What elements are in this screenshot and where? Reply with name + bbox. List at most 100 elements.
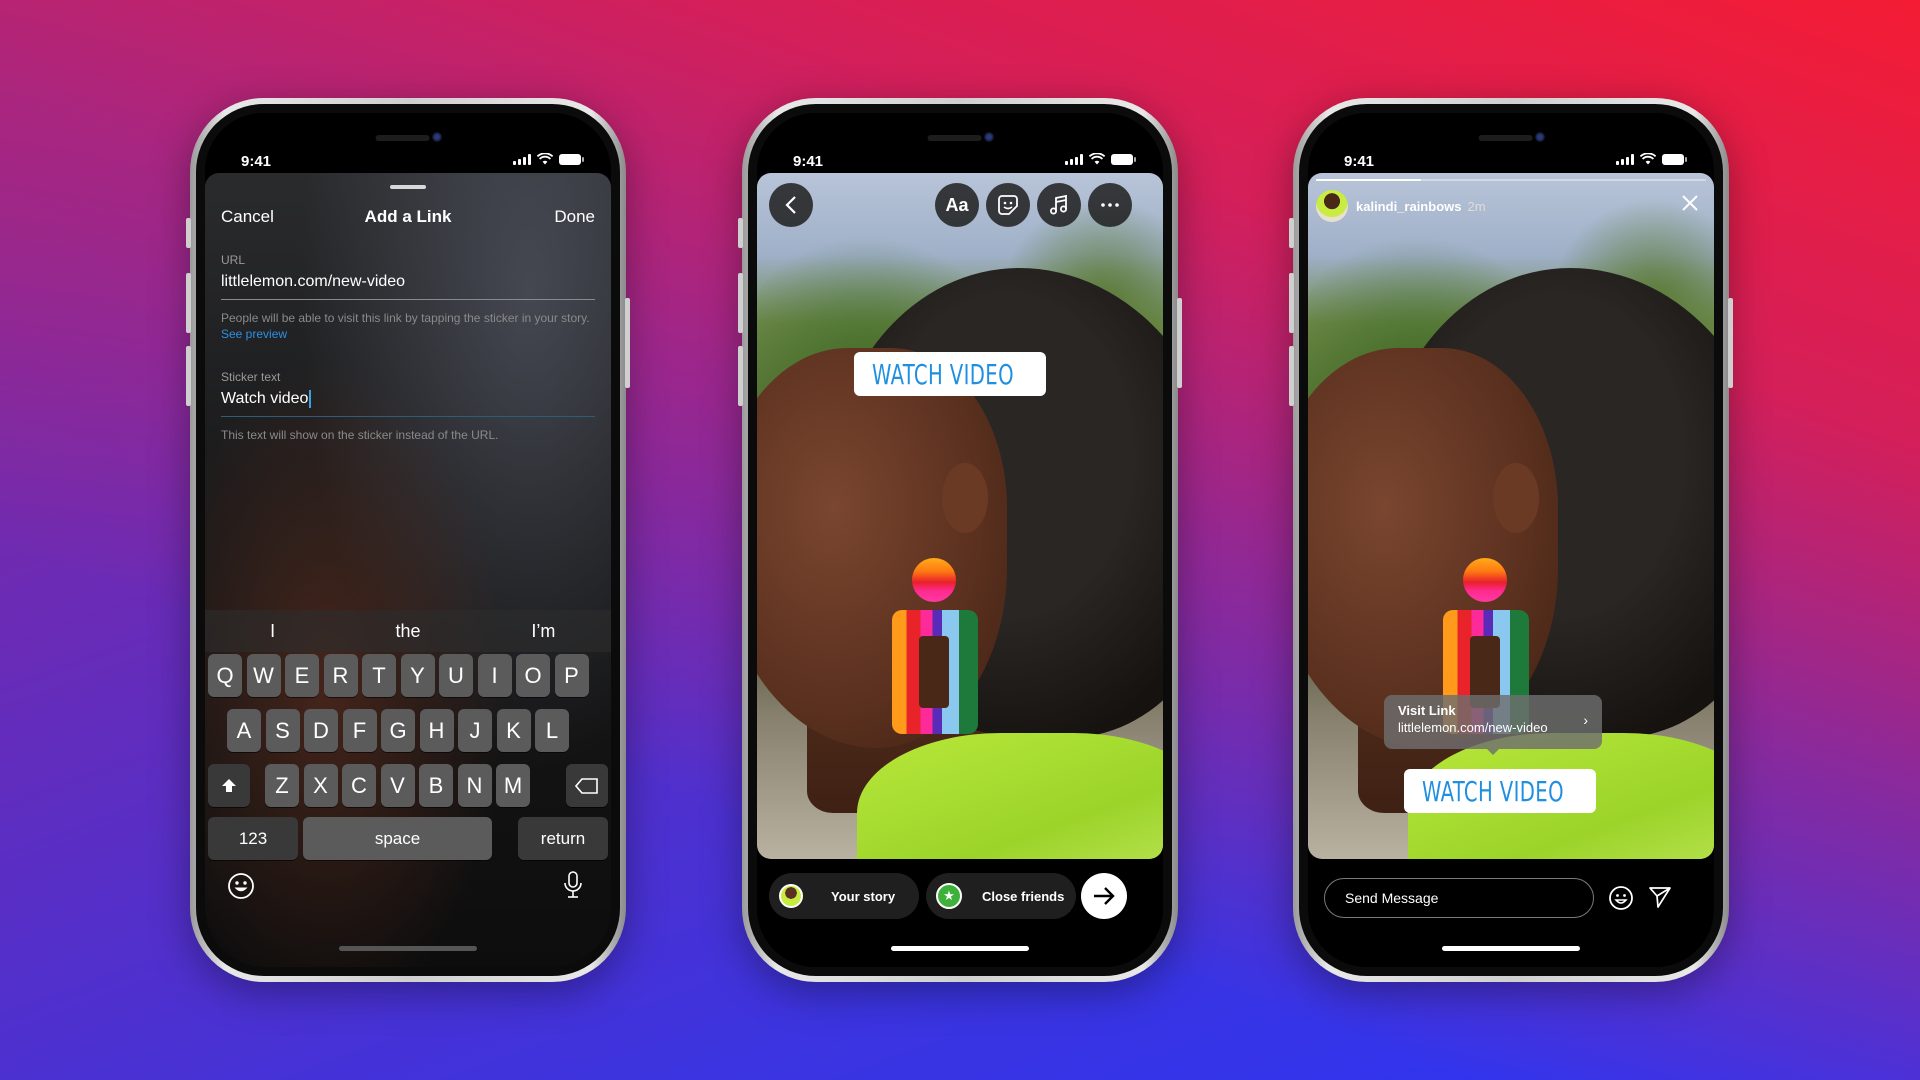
mute-switch [1289, 218, 1294, 248]
done-button[interactable]: Done [554, 207, 595, 227]
key-i[interactable]: I [477, 654, 512, 697]
story-username[interactable]: kalindi_rainbows [1356, 199, 1461, 214]
text-tool-button[interactable]: Aa [935, 183, 979, 227]
key-k[interactable]: K [496, 709, 531, 752]
suggestion-3[interactable]: I’m [476, 610, 611, 652]
see-preview-link[interactable]: See preview [221, 327, 287, 341]
close-story-button[interactable] [1680, 193, 1700, 218]
return-key[interactable]: return [518, 817, 608, 860]
key-u[interactable]: U [439, 654, 473, 697]
emoji-keyboard-button[interactable] [227, 872, 255, 905]
home-indicator[interactable] [1442, 946, 1580, 951]
music-tool-button[interactable] [1037, 183, 1081, 227]
close-friends-button[interactable]: ★ Close friends [926, 873, 1076, 919]
home-indicator[interactable] [339, 946, 477, 951]
suggestion-2[interactable]: the [340, 610, 475, 652]
story-progress-fill [1316, 179, 1422, 181]
url-input[interactable]: littlelemon.com/new-video [221, 273, 595, 300]
key-d[interactable]: D [304, 709, 338, 752]
key-e[interactable]: E [285, 654, 319, 697]
key-j[interactable]: J [458, 709, 492, 752]
sheet-header: Cancel Add a Link Done [221, 207, 595, 231]
visit-link-tooltip[interactable]: Visit Link littlelemon.com/new-video › [1384, 695, 1602, 749]
key-z[interactable]: Z [265, 764, 299, 807]
send-direct-button[interactable] [1648, 885, 1672, 914]
key-n[interactable]: N [457, 764, 492, 807]
share-next-button[interactable] [1081, 873, 1127, 919]
volume-down-button [738, 346, 743, 406]
send-message-placeholder: Send Message [1345, 890, 1439, 906]
key-a[interactable]: A [227, 709, 261, 752]
microphone-icon [564, 871, 582, 898]
key-l[interactable]: L [535, 709, 569, 752]
key-q[interactable]: Q [208, 654, 242, 697]
story-progress-bar [1316, 179, 1706, 181]
url-help-text: People will be able to visit this link b… [221, 310, 595, 342]
story-photo[interactable]: Aa WATCH VIDEO [757, 173, 1163, 859]
link-sticker-label: WATCH VIDEO [1422, 774, 1564, 808]
link-sticker[interactable]: WATCH VIDEO [1404, 769, 1596, 813]
front-camera [432, 132, 443, 142]
your-story-label: Your story [831, 888, 896, 904]
key-h[interactable]: H [419, 709, 454, 752]
link-sticker[interactable]: WATCH VIDEO [854, 352, 1046, 396]
key-x[interactable]: X [303, 764, 338, 807]
cancel-button[interactable]: Cancel [221, 207, 274, 227]
home-indicator[interactable] [891, 946, 1029, 951]
wifi-icon [537, 153, 553, 165]
key-f[interactable]: F [342, 709, 377, 752]
volume-up-button [186, 273, 191, 333]
backspace-icon [575, 777, 598, 794]
sticker-text-field-group: Sticker text Watch video This text will … [221, 370, 595, 443]
story-photo[interactable]: Visit Link littlelemon.com/new-video › W… [1308, 173, 1714, 859]
key-t[interactable]: T [362, 654, 396, 697]
key-r[interactable]: R [323, 654, 358, 697]
predictive-text-bar: I the I’m [205, 610, 611, 652]
key-w[interactable]: W [246, 654, 281, 697]
volume-down-button [186, 346, 191, 406]
dictation-button[interactable] [563, 870, 583, 905]
sticker-text-input[interactable]: Watch video [221, 390, 595, 417]
key-c[interactable]: C [342, 764, 376, 807]
key-o[interactable]: O [516, 654, 550, 697]
story-user-avatar[interactable] [1316, 190, 1348, 222]
front-camera [984, 132, 995, 142]
suggestion-1[interactable]: I [205, 610, 340, 652]
sheet-grabber[interactable] [390, 185, 426, 189]
space-key[interactable]: space [303, 817, 492, 860]
link-sticker-label: WATCH VIDEO [872, 357, 1014, 391]
sheet-title: Add a Link [364, 207, 452, 226]
status-bar: 9:41 [757, 113, 1163, 173]
key-v[interactable]: V [380, 764, 415, 807]
key-s[interactable]: S [265, 709, 300, 752]
story-timestamp: 2m [1467, 198, 1486, 214]
volume-up-button [738, 273, 743, 333]
delete-key[interactable] [566, 764, 608, 807]
keyboard-row-3: ZXCVBNM [205, 764, 611, 807]
sticker-icon [998, 195, 1018, 215]
send-message-input[interactable]: Send Message [1324, 878, 1594, 918]
back-button[interactable] [769, 183, 813, 227]
more-options-button[interactable] [1088, 183, 1132, 227]
reply-emoji-button[interactable] [1608, 885, 1634, 916]
key-b[interactable]: B [419, 764, 453, 807]
key-m[interactable]: M [496, 764, 530, 807]
earring-top [912, 558, 956, 602]
key-g[interactable]: G [381, 709, 415, 752]
keyboard: QWERTYUIOP ASDFGHJKL ZXCVBNM 123 space r [205, 654, 611, 967]
keyboard-row-4: 123 space return [205, 817, 611, 860]
earring-bottom [892, 610, 978, 734]
battery-icon [1111, 153, 1136, 165]
sticker-tool-button[interactable] [986, 183, 1030, 227]
numbers-key[interactable]: 123 [208, 817, 298, 860]
status-bar: 9:41 [1308, 113, 1714, 173]
music-note-icon [1050, 194, 1067, 215]
mute-switch [738, 218, 743, 248]
sticker-text-label: Sticker text [221, 370, 281, 384]
key-y[interactable]: Y [400, 654, 435, 697]
your-story-button[interactable]: Your story [769, 873, 919, 919]
close-icon [1682, 195, 1698, 211]
status-time: 9:41 [793, 153, 824, 170]
key-p[interactable]: P [554, 654, 589, 697]
shift-key[interactable] [208, 764, 250, 807]
